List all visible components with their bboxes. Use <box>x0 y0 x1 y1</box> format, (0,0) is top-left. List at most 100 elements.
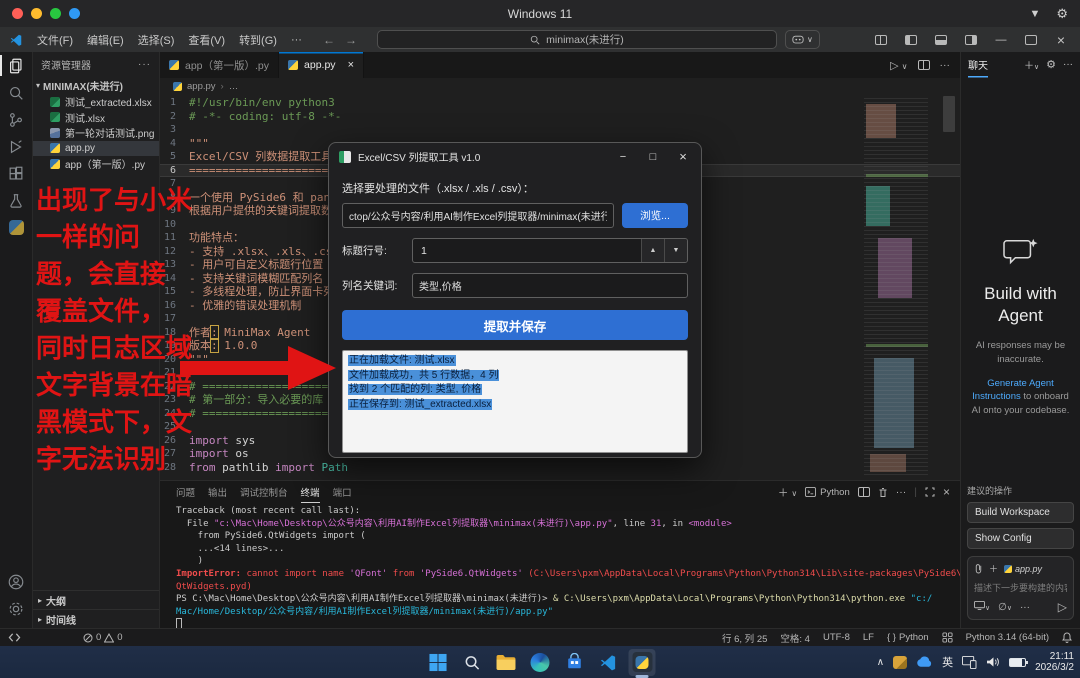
terminal-output[interactable]: Traceback (most recent call last): File … <box>160 503 960 628</box>
source-control-icon[interactable] <box>0 106 33 133</box>
new-terminal-button[interactable]: ＋ ∨ <box>778 485 797 500</box>
editor-scrollbar[interactable] <box>943 96 955 132</box>
eol[interactable]: LF <box>863 632 874 643</box>
microsoft-store-button[interactable] <box>561 649 588 676</box>
browse-button[interactable]: 浏览... <box>622 203 688 228</box>
dialog-log-area[interactable]: 正在加载文件: 测试.xlsx 文件加载成功，共 5 行数据，4 列找到 2 个匹… <box>342 350 688 453</box>
menu-view[interactable]: 查看(V) <box>181 32 232 48</box>
close-tab-icon[interactable]: × <box>348 59 354 71</box>
dialog-titlebar[interactable]: Excel/CSV 列提取工具 v1.0 − □ × <box>329 143 701 170</box>
keywords-input[interactable] <box>412 273 688 298</box>
new-chat-icon[interactable]: ＋∨ <box>1024 57 1039 72</box>
menu-more[interactable]: ··· <box>284 34 309 46</box>
bell-icon[interactable] <box>1062 632 1072 643</box>
outline-section[interactable]: ▸ 大纲 <box>33 590 159 609</box>
split-terminal-icon[interactable] <box>857 487 870 497</box>
file-explorer-button[interactable] <box>493 649 520 676</box>
edge-browser-button[interactable] <box>527 649 554 676</box>
editor-more-icon[interactable]: ··· <box>940 59 951 71</box>
show-config-button[interactable]: Show Config <box>967 528 1074 549</box>
settings-gear-icon[interactable] <box>0 595 33 622</box>
dropdown-arrow-icon[interactable]: ▼ <box>1029 8 1040 20</box>
start-button[interactable] <box>425 649 452 676</box>
explorer-more-icon[interactable]: ··· <box>138 59 151 70</box>
extensions-icon[interactable] <box>0 160 33 187</box>
testing-icon[interactable] <box>0 187 33 214</box>
file-row[interactable]: 测试.xlsx <box>33 110 159 126</box>
file-row[interactable]: app.py <box>33 140 159 156</box>
restore-button[interactable] <box>1018 30 1044 50</box>
battery-icon[interactable] <box>1009 657 1029 667</box>
timeline-section[interactable]: ▸ 时间线 <box>33 609 159 628</box>
chat-input-more-icon[interactable]: ··· <box>1020 602 1030 613</box>
gear-icon[interactable]: ⚙ <box>1056 6 1068 22</box>
header-row-spinner[interactable]: 1 ▲ ▼ <box>412 238 688 263</box>
file-row[interactable]: app（第一版）.py <box>33 156 159 172</box>
forward-arrow-icon[interactable]: → <box>345 33 357 47</box>
panel-tab-ports[interactable]: 端口 <box>333 482 352 502</box>
explorer-icon[interactable] <box>0 52 33 79</box>
account-icon[interactable] <box>0 568 33 595</box>
split-editor-icon[interactable] <box>917 60 930 70</box>
terminal-shell-label[interactable]: Python <box>805 487 850 498</box>
maximize-panel-icon[interactable] <box>925 487 935 497</box>
chat-tab[interactable]: 聊天 <box>968 53 988 76</box>
problems-status[interactable]: 0 0 <box>83 632 123 643</box>
onedrive-cloud-icon[interactable] <box>916 656 933 668</box>
toggle-panel-icon[interactable] <box>928 30 954 50</box>
close-button[interactable]: × <box>1048 30 1074 50</box>
panel-more-icon[interactable]: ··· <box>896 486 907 498</box>
network-display-icon[interactable] <box>962 655 977 669</box>
python-extension-icon[interactable] <box>0 214 33 241</box>
code-line-28[interactable]: 28 from pathlib import Path <box>160 461 960 475</box>
menu-goto[interactable]: 转到(G) <box>232 32 284 48</box>
run-python-button[interactable]: ▷ ∨ <box>890 59 907 72</box>
python-interpreter[interactable]: Python 3.14 (64-bit) <box>966 632 1049 643</box>
model-picker-icon[interactable]: ∅∨ <box>998 602 1012 613</box>
add-context-icon[interactable]: ＋ <box>989 562 998 575</box>
indentation[interactable]: 空格: 4 <box>780 631 810 645</box>
chat-more-icon[interactable]: ··· <box>1063 59 1073 70</box>
attach-paperclip-icon[interactable] <box>974 563 983 574</box>
speaker-icon[interactable] <box>986 656 1000 668</box>
taskbar-search-button[interactable] <box>459 649 486 676</box>
breadcrumb[interactable]: app.py › … <box>160 78 960 94</box>
customize-layout-icon[interactable] <box>868 30 894 50</box>
extract-save-button[interactable]: 提取并保存 <box>342 310 688 340</box>
trash-icon[interactable] <box>878 487 888 498</box>
panel-tab-problems[interactable]: 问题 <box>176 482 195 502</box>
file-path-input[interactable] <box>342 203 614 228</box>
run-debug-icon[interactable] <box>0 133 33 160</box>
code-line-1[interactable]: 1 #!/usr/bin/env python3 <box>160 96 960 110</box>
send-icon[interactable]: ▷ <box>1058 600 1067 614</box>
file-row[interactable]: 第一轮对话测试.png <box>33 125 159 141</box>
tray-app-icon[interactable] <box>893 655 908 669</box>
menu-file[interactable]: 文件(F) <box>30 32 80 48</box>
toggle-secondary-sidebar-icon[interactable] <box>958 30 984 50</box>
language-mode[interactable]: { } Python <box>887 632 929 643</box>
file-row[interactable]: 测试_extracted.xlsx <box>33 94 159 110</box>
panel-tab-debug[interactable]: 调试控制台 <box>240 482 288 502</box>
build-workspace-button[interactable]: Build Workspace <box>967 502 1074 523</box>
menu-selection[interactable]: 选择(S) <box>131 32 182 48</box>
panel-tab-output[interactable]: 输出 <box>208 482 227 502</box>
tab-app-v1[interactable]: app（第一版）.py <box>160 52 280 78</box>
spin-down-icon[interactable]: ▼ <box>664 239 687 262</box>
environment-grid-icon[interactable] <box>942 632 953 643</box>
command-search-box[interactable]: minimax(未进行) <box>376 30 777 49</box>
spin-up-icon[interactable]: ▲ <box>641 239 664 262</box>
workspace-root-folder[interactable]: ▾ MINIMAX(未进行) <box>33 76 159 94</box>
cursor-position[interactable]: 行 6, 列 25 <box>722 631 767 645</box>
back-arrow-icon[interactable]: ← <box>323 33 335 47</box>
code-line-3[interactable]: 3 <box>160 123 960 137</box>
mode-picker-icon[interactable]: ∨ <box>974 601 990 613</box>
vscode-taskbar-button[interactable] <box>595 649 622 676</box>
dialog-maximize-button[interactable]: □ <box>638 145 668 168</box>
remote-indicator-icon[interactable] <box>8 632 21 643</box>
chat-input-box[interactable]: ＋ app.py 描述下一步要构建的内容 ∨ ∅∨ ··· ▷ <box>967 556 1074 620</box>
minimap[interactable] <box>864 98 936 476</box>
close-panel-icon[interactable]: × <box>943 485 950 499</box>
dialog-close-button[interactable]: × <box>668 145 698 168</box>
minimize-button[interactable]: — <box>988 30 1014 50</box>
code-line-2[interactable]: 2 # -*- coding: utf-8 -*- <box>160 110 960 124</box>
